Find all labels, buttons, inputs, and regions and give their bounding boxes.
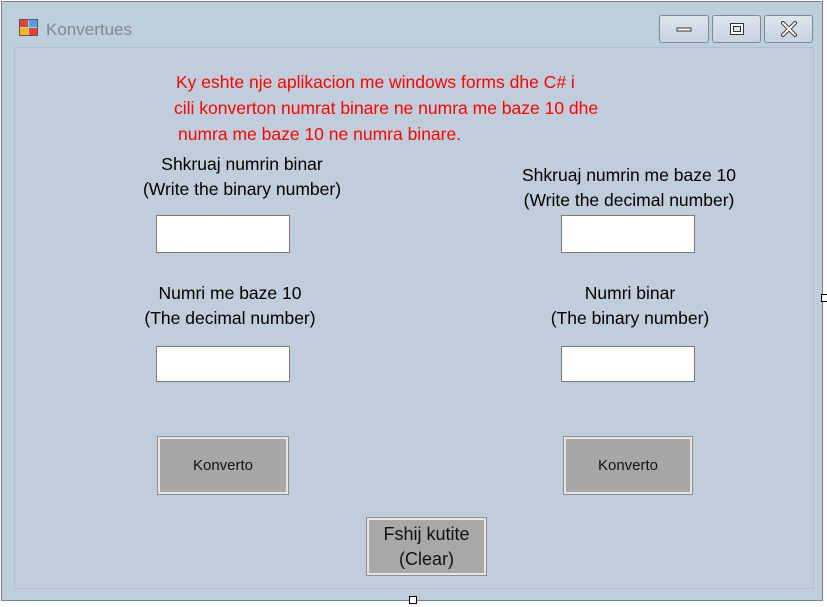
resize-handle-right[interactable]	[821, 294, 827, 302]
binary-output-field[interactable]	[561, 346, 695, 382]
decimal-input-label-line-1: Shkruaj numrin me baze 10	[522, 165, 736, 185]
decimal-input-label: Shkruaj numrin me baze 10 (Write the dec…	[509, 163, 749, 213]
close-button[interactable]	[764, 15, 813, 43]
convert-binary-button[interactable]: Konverto	[157, 436, 289, 495]
resize-handle-bottom[interactable]	[409, 596, 417, 604]
maximize-icon	[729, 23, 744, 35]
form-client-area: Ky eshte nje aplikacion me windows forms…	[14, 47, 814, 589]
maximize-button[interactable]	[712, 15, 761, 43]
binary-output-label: Numri binar (The binary number)	[519, 281, 741, 331]
binary-output-label-line-1: Numri binar	[584, 283, 676, 303]
window-title: Konvertues	[46, 20, 132, 39]
clear-button-line-1: Fshij kutite	[383, 523, 470, 544]
clear-button-line-2: (Clear)	[398, 548, 454, 569]
form-window: Konvertues Ky eshte nje aplikacion me wi…	[1, 1, 823, 601]
title-bar[interactable]: Konvertues	[2, 2, 822, 46]
minimize-button[interactable]	[659, 15, 709, 43]
binary-input-label-line-1: Shkruaj numrin binar	[161, 154, 323, 174]
decimal-input-label-line-2: (Write the decimal number)	[523, 190, 735, 210]
decimal-output-label-line-1: Numri me baze 10	[158, 283, 302, 303]
binary-input-field[interactable]	[156, 215, 290, 253]
decimal-output-field[interactable]	[156, 346, 290, 382]
clear-button[interactable]: Fshij kutite (Clear)	[366, 517, 487, 576]
app-icon	[19, 19, 38, 36]
decimal-output-label: Numri me baze 10 (The decimal number)	[115, 281, 345, 331]
decimal-output-label-line-2: (The decimal number)	[144, 308, 316, 328]
form-designer-surface: Konvertues Ky eshte nje aplikacion me wi…	[0, 0, 827, 607]
binary-input-label-line-2: (Write the binary number)	[142, 179, 342, 199]
binary-output-label-line-2: (The binary number)	[550, 308, 710, 328]
binary-input-label: Shkruaj numrin binar (Write the binary n…	[127, 152, 357, 202]
decimal-input-field[interactable]	[561, 215, 695, 253]
convert-decimal-button[interactable]: Konverto	[563, 436, 693, 495]
description-line-3: numra me baze 10 ne numra binare.	[178, 124, 462, 144]
close-icon	[780, 21, 797, 37]
description-line-2: cili konverton numrat binare ne numra me…	[174, 98, 599, 118]
description-line-1: Ky eshte nje aplikacion me windows forms…	[176, 72, 575, 92]
minimize-icon	[676, 27, 692, 32]
